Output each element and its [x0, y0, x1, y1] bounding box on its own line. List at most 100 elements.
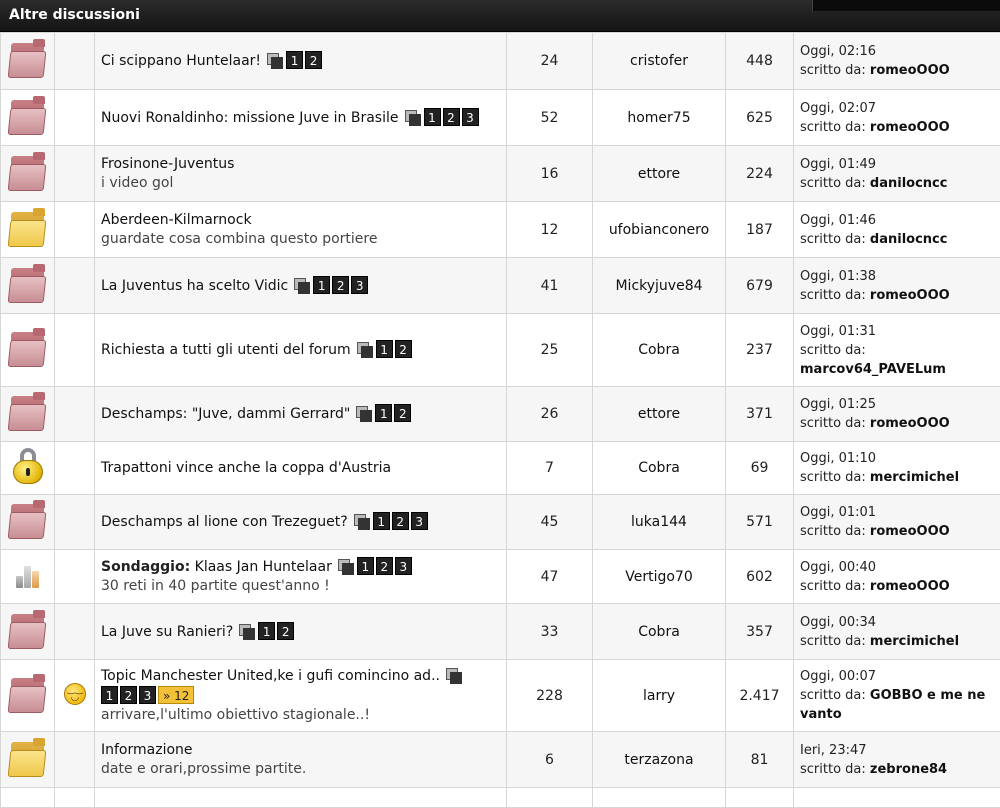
topic-row: La Juventus ha scelto Vidic12341Mickyjuv… — [1, 258, 1000, 314]
topic-row: Nuovi Ronaldinho: missione Juve in Brasi… — [1, 90, 1000, 146]
topic-row: Aberdeen-Kilmarnock guardate cosa combina… — [1, 202, 1000, 258]
author-link[interactable]: homer75 — [627, 110, 690, 126]
last-post-by: scritto da: romeoOOO — [800, 61, 1000, 80]
last-post-by: scritto da: GOBBO e me ne vanto — [800, 686, 1000, 724]
last-post-user[interactable]: danilocncc — [870, 232, 948, 247]
replies-count: 24 — [507, 33, 593, 90]
topic-title-link[interactable]: Trapattoni vince anche la coppa d'Austri… — [101, 460, 391, 476]
last-post-cell: Oggi, 02:07scritto da: romeoOOO — [794, 90, 1000, 146]
page-link[interactable]: 1 — [376, 340, 393, 358]
written-by-label: scritto da: — [800, 416, 866, 431]
author-link[interactable]: ettore — [638, 406, 680, 422]
author-link[interactable]: ettore — [638, 166, 680, 182]
page-link[interactable]: 3 — [395, 557, 412, 575]
topic-title-line: Deschamps: "Juve, dammi Gerrard" 12 — [101, 404, 502, 424]
views-count: 371 — [726, 387, 794, 442]
multipage-icon — [267, 53, 281, 67]
topic-row: Frosinone-Juventusi video gol16ettore224… — [1, 146, 1000, 202]
topic-title-link[interactable]: Ci scippano Huntelaar! — [101, 53, 261, 69]
topic-emoticon-cell — [55, 202, 95, 258]
last-post-user[interactable]: romeoOOO — [870, 416, 950, 431]
topic-author: homer75 — [593, 90, 726, 146]
topic-title-link[interactable]: Nuovi Ronaldinho: missione Juve in Brasi… — [101, 110, 399, 126]
topic-title-link[interactable]: Topic Manchester United,ke i gufi cominc… — [101, 668, 440, 684]
header-tab — [812, 0, 1000, 11]
author-link[interactable]: terzazona — [624, 752, 693, 768]
author-link[interactable]: Vertigo70 — [625, 569, 693, 585]
last-post-user[interactable]: romeoOOO — [870, 63, 950, 78]
topic-title-cell: La Juventus ha scelto Vidic 123 — [95, 258, 507, 314]
multipage-icon — [405, 110, 419, 124]
page-link[interactable]: 3 — [139, 686, 156, 704]
page-link[interactable]: 3 — [411, 512, 428, 530]
page-link[interactable]: 2 — [376, 557, 393, 575]
replies-count: 52 — [507, 90, 593, 146]
topic-subtitle: date e orari,prossime partite. — [101, 760, 502, 779]
topic-title-link[interactable]: Deschamps: "Juve, dammi Gerrard" — [101, 406, 350, 422]
page-link[interactable]: 2 — [277, 622, 294, 640]
topic-title-link[interactable]: Klaas Jan Huntelaar — [195, 559, 332, 575]
last-page-link[interactable]: » 12 — [158, 686, 194, 704]
topic-status-cell — [1, 314, 55, 387]
topic-title-link[interactable]: Informazione — [101, 742, 193, 758]
page-link[interactable]: 1 — [357, 557, 374, 575]
page-link[interactable]: 1 — [313, 276, 330, 294]
author-link[interactable]: Cobra — [638, 460, 680, 476]
topic-title-line: Informazione — [101, 741, 502, 760]
last-post-user[interactable]: mercimichel — [870, 470, 959, 485]
last-post-user[interactable]: danilocncc — [870, 176, 948, 191]
topic-author: Cobra — [593, 604, 726, 660]
page-link[interactable]: 2 — [120, 686, 137, 704]
last-post-user[interactable]: romeoOOO — [870, 579, 950, 594]
page-link[interactable]: 2 — [443, 108, 460, 126]
last-post-time: Oggi, 01:38 — [800, 267, 1000, 286]
last-post-cell: Oggi, 01:31scritto da: marcov64_PAVELum — [794, 314, 1000, 387]
author-link[interactable]: cristofer — [630, 53, 688, 69]
last-post-user[interactable]: romeoOOO — [870, 524, 950, 539]
page-link[interactable]: 2 — [392, 512, 409, 530]
page-link[interactable]: 1 — [286, 51, 303, 69]
page-link[interactable]: 1 — [375, 404, 392, 422]
page-link[interactable]: 2 — [395, 340, 412, 358]
author-link[interactable]: luka144 — [631, 514, 687, 530]
replies-count: 26 — [507, 387, 593, 442]
topic-title-cell: Deschamps al lione con Trezeguet? 123 — [95, 495, 507, 550]
page-link[interactable]: 1 — [373, 512, 390, 530]
topic-title-link[interactable]: Frosinone-Juventus — [101, 156, 234, 172]
views-count: 602 — [726, 550, 794, 604]
topic-status-cell — [1, 90, 55, 146]
replies-count: 16 — [507, 146, 593, 202]
last-post-user[interactable]: mercimichel — [870, 634, 959, 649]
topic-title-link[interactable]: La Juve su Ranieri? — [101, 624, 233, 640]
topic-title-link[interactable]: Deschamps al lione con Trezeguet? — [101, 514, 348, 530]
last-post-user[interactable]: zebrone84 — [870, 762, 947, 777]
last-post-by: scritto da: marcov64_PAVELum — [800, 341, 1000, 379]
page-link[interactable]: 2 — [305, 51, 322, 69]
page-link[interactable]: 2 — [332, 276, 349, 294]
author-link[interactable]: Cobra — [638, 342, 680, 358]
author-link[interactable]: Cobra — [638, 624, 680, 640]
page-link[interactable]: 2 — [394, 404, 411, 422]
topic-title-link[interactable]: Richiesta a tutti gli utenti del forum — [101, 342, 351, 358]
last-post-user[interactable]: marcov64_PAVELum — [800, 362, 946, 377]
poll-prefix: Sondaggio: — [101, 559, 190, 575]
smiley-icon — [64, 683, 86, 705]
page-link[interactable]: 1 — [424, 108, 441, 126]
page-link[interactable]: 3 — [351, 276, 368, 294]
last-post-cell: Oggi, 01:49scritto da: danilocncc — [794, 146, 1000, 202]
topic-title-link[interactable]: Aberdeen-Kilmarnock — [101, 212, 252, 228]
topic-row: Sondaggio: Klaas Jan Huntelaar12330 reti… — [1, 550, 1000, 604]
author-link[interactable]: larry — [643, 688, 675, 704]
topic-subtitle: guardate cosa combina questo portiere — [101, 230, 502, 249]
multipage-icon — [294, 278, 308, 292]
topic-title-link[interactable]: La Juventus ha scelto Vidic — [101, 278, 288, 294]
author-link[interactable]: Mickyjuve84 — [615, 278, 702, 294]
author-link[interactable]: ufobianconero — [609, 222, 709, 238]
page-link[interactable]: 1 — [101, 686, 118, 704]
page-link[interactable]: 3 — [462, 108, 479, 126]
last-post-user[interactable]: romeoOOO — [870, 288, 950, 303]
replies-count: 6 — [507, 732, 593, 788]
last-post-user[interactable]: romeoOOO — [870, 120, 950, 135]
page-link[interactable]: 1 — [258, 622, 275, 640]
hot-folder-icon — [9, 328, 47, 368]
